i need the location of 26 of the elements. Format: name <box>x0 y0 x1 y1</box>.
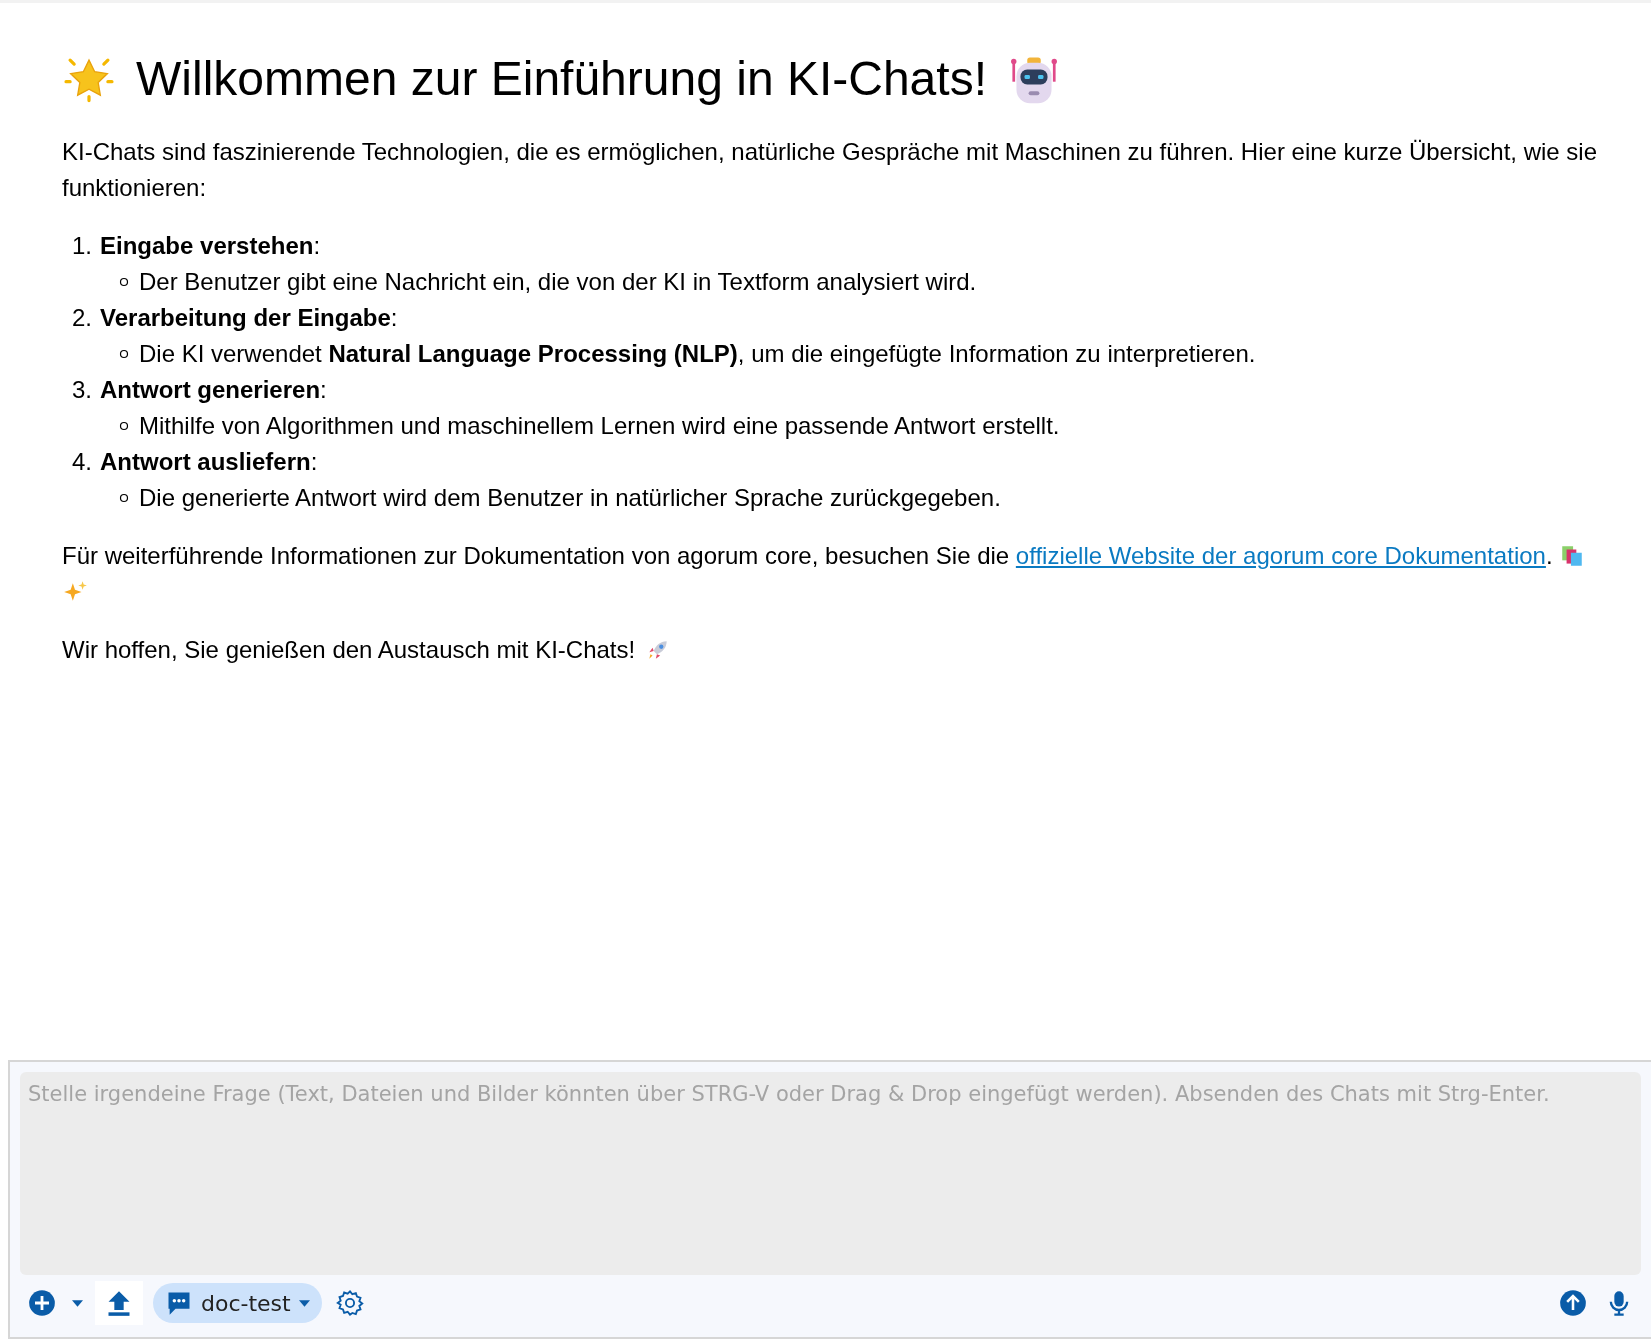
chat-input[interactable]: Stelle irgendeine Frage (Text, Dateien und Bilder könnten über STRG-V oder Drag & Drop eingefügt werden). Absenden des Chats mit Strg-Enter. <box>20 1072 1641 1275</box>
step-title: Eingabe verstehen: <box>100 231 321 261</box>
bullet-icon <box>119 277 129 287</box>
bullet-icon <box>119 421 129 431</box>
step-description: Die KI verwendet Natural Language Processing (NLP), um die eingefügte Information zu interpretieren. <box>139 339 1256 369</box>
dropdown-caret-icon[interactable] <box>70 1297 85 1309</box>
bullet-icon <box>119 493 129 503</box>
bullet-icon <box>119 349 129 359</box>
step-description: Der Benutzer gibt eine Nachricht ein, die von der KI in Textform analysiert wird. <box>139 267 977 297</box>
assistant-selector[interactable]: doc-test <box>153 1283 322 1323</box>
step-title: Antwort generieren: <box>100 375 327 405</box>
step-description: Die generierte Antwort wird dem Benutzer in natürlicher Sprache zurückgegeben. <box>139 483 1001 513</box>
step-title: Verarbeitung der Eingabe: <box>100 303 398 333</box>
closing-text: Wir hoffen, Sie genießen den Austausch mit KI-Chats! <box>62 635 636 665</box>
step-number: 3. <box>72 375 92 405</box>
documentation-link[interactable]: offizielle Website der agorum core Dokumentation <box>1015 542 1546 569</box>
intro-paragraph: KI-Chats sind faszinierende Technologien, die es ermöglichen, natürliche Gespräche mit Maschinen zu führen. Hier eine kurze Übersicht, wie sie funktionieren: <box>62 137 1598 203</box>
caret-icon <box>298 1299 310 1307</box>
step-number: 1. <box>72 231 92 261</box>
upload-button[interactable] <box>95 1281 143 1325</box>
info-paragraph: Für weiterführende Informationen zur Dokumentation von agorum core, besuchen Sie die offizielle Website der agorum core Dokumentation. <box>62 538 1611 610</box>
step-description: Mithilfe von Algorithmen und maschinellem Lernen wird eine passende Antwort erstellt. <box>139 411 1060 441</box>
page-title: Willkommen zur Einführung in KI-Chats! <box>136 51 987 106</box>
step-title: Antwort ausliefern: <box>100 447 318 477</box>
step-number: 4. <box>72 447 92 477</box>
step-number: 2. <box>72 303 92 333</box>
